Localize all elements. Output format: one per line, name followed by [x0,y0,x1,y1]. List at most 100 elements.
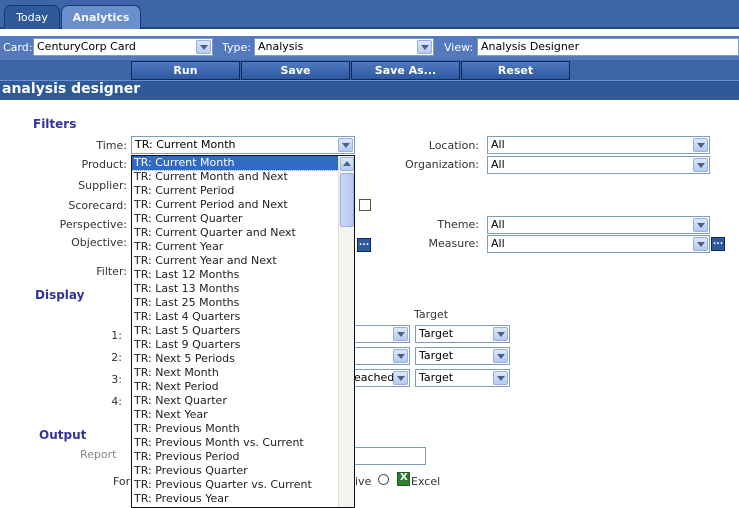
save-as-button[interactable]: Save As... [351,61,460,80]
time-option[interactable]: TR: Last 13 Months [132,282,354,296]
display-row-3-select[interactable]: eached [354,369,410,387]
time-option[interactable]: TR: Previous Month vs. Current [132,436,354,450]
scorecard-label: Scorecard: [68,199,127,212]
time-select[interactable]: TR: Current Month [131,136,355,154]
perspective-label: Perspective: [59,218,127,231]
target-select-2[interactable]: Target [415,347,510,365]
location-select-value: All [491,138,505,151]
time-option[interactable]: TR: Previous Year [132,492,354,506]
chevron-down-icon[interactable] [693,138,708,152]
view-select[interactable]: Analysis Designer [477,38,739,56]
time-option[interactable]: TR: Current Quarter [132,212,354,226]
chevron-down-icon[interactable] [417,40,432,54]
time-option[interactable]: TR: Current Year and Next [132,254,354,268]
type-select[interactable]: Analysis [254,38,434,56]
measure-label: Measure: [428,237,479,250]
target-select-3-value: Target [419,371,454,384]
type-select-value: Analysis [258,40,304,53]
page-title: analysis designer [2,81,141,97]
time-option[interactable]: TR: Last 12 Months [132,268,354,282]
excel-radio[interactable] [378,474,389,485]
report-title-input[interactable] [354,447,426,465]
tab-analytics[interactable]: Analytics [61,5,141,29]
display-row-2-select[interactable] [354,347,410,365]
time-option[interactable]: TR: Last 4 Quarters [132,310,354,324]
display-row-4-label: 4: [111,395,122,408]
report-title-label: Report [80,448,117,461]
time-option[interactable]: TR: Previous Quarter [132,464,354,478]
display-row-1-select[interactable] [354,325,410,343]
time-option[interactable]: TR: Current Quarter and Next [132,226,354,240]
target-select-1-value: Target [419,327,454,340]
chevron-down-icon[interactable] [393,349,408,363]
time-option[interactable]: TR: Next Year [132,408,354,422]
time-option[interactable]: TR: Previous Period [132,450,354,464]
chevron-down-icon[interactable] [693,237,708,251]
run-button[interactable]: Run [131,61,240,80]
chevron-down-icon[interactable] [393,327,408,341]
chevron-down-icon[interactable] [393,371,408,385]
time-option[interactable]: TR: Current Year [132,240,354,254]
target-select-2-value: Target [419,349,454,362]
chevron-down-icon[interactable] [196,40,211,54]
format-label: For [113,475,131,488]
display-row-1-label: 1: [111,329,122,342]
excel-option-label: Excel [411,475,441,488]
tab-today[interactable]: Today [4,5,60,29]
time-option[interactable]: TR: Current Period and Next [132,198,354,212]
type-label: Type: [222,41,251,54]
time-option[interactable]: TR: Current Month and Next [132,170,354,184]
output-heading: Output [39,428,87,442]
time-label: Time: [96,139,127,152]
dropdown-scrollbar[interactable] [338,156,354,507]
measure-select[interactable]: All [487,235,710,253]
time-option[interactable]: TR: Last 9 Quarters [132,338,354,352]
organization-select[interactable]: All [487,156,710,174]
card-label: Card: [3,41,33,54]
view-label: View: [444,41,474,54]
chevron-down-icon[interactable] [693,158,708,172]
card-select[interactable]: CenturyCorp Card [33,38,213,56]
scroll-thumb[interactable] [340,173,354,227]
top-tab-bar: Today Analytics [0,0,739,29]
display-heading: Display [35,288,85,302]
page-title-bar: analysis designer [0,80,739,100]
chevron-down-icon[interactable] [493,349,508,363]
scorecard-checkbox[interactable] [359,199,371,211]
theme-select[interactable]: All [487,216,710,234]
target-select-3[interactable]: Target [415,369,510,387]
theme-select-value: All [491,218,505,231]
chevron-down-icon[interactable] [693,218,708,232]
time-option[interactable]: TR: Previous Month [132,422,354,436]
time-option[interactable]: TR: Current Month [132,156,354,171]
display-row-3-label: 3: [111,373,122,386]
time-dropdown-list[interactable]: TR: Current Month TR: Current Month and N… [131,155,355,508]
chevron-down-icon[interactable] [493,371,508,385]
organization-label: Organization: [404,158,479,171]
time-option[interactable]: TR: Next Month [132,366,354,380]
time-option[interactable]: TR: Last 25 Months [132,296,354,310]
view-select-value: Analysis Designer [481,40,580,53]
time-options: TR: Current Month TR: Current Month and N… [132,156,354,506]
objective-browse-button[interactable]: ... [357,238,371,252]
time-option[interactable]: TR: Next 5 Periods [132,352,354,366]
measure-browse-button[interactable]: ... [711,237,725,251]
time-option[interactable]: TR: Last 5 Quarters [132,324,354,338]
chevron-down-icon[interactable] [493,327,508,341]
reset-button[interactable]: Reset [461,61,570,80]
interactive-option-label: ive [355,475,372,488]
location-select[interactable]: All [487,136,710,154]
display-row-3-value: eached [354,371,395,384]
time-option[interactable]: TR: Next Quarter [132,394,354,408]
time-option[interactable]: TR: Current Period [132,184,354,198]
save-button[interactable]: Save [241,61,350,80]
supplier-label: Supplier: [78,179,127,192]
time-option[interactable]: TR: Previous Quarter vs. Current [132,478,354,492]
filter-label: Filter: [96,265,127,278]
time-option[interactable]: TR: Next Period [132,380,354,394]
time-select-value: TR: Current Month [135,138,236,151]
scroll-up-icon[interactable] [340,157,354,171]
target-select-1[interactable]: Target [415,325,510,343]
chevron-down-icon[interactable] [338,138,353,152]
location-label: Location: [428,139,479,152]
